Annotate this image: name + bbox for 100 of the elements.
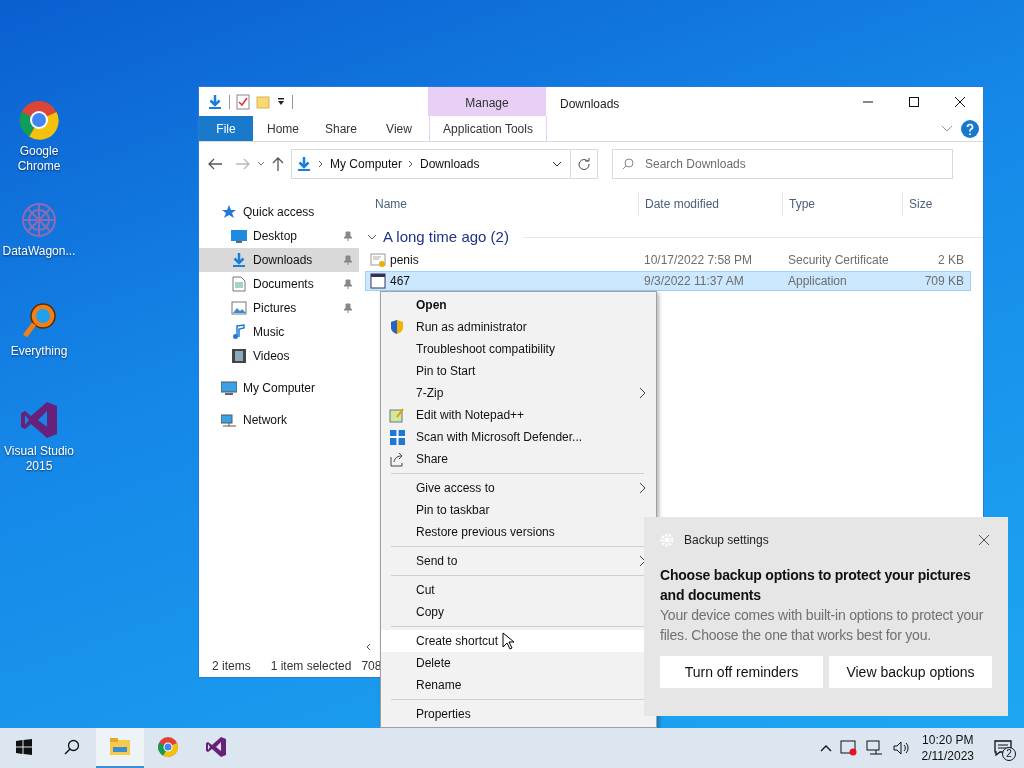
maximize-icon [908, 96, 920, 107]
file-name: penis [390, 252, 419, 269]
toast-button[interactable]: View backup options [829, 656, 992, 688]
search-icon [622, 158, 634, 170]
browser-icon [19, 100, 59, 140]
nav-item[interactable]: Pictures [199, 296, 359, 320]
windows-logo-icon [16, 739, 32, 755]
desktop-icon-label[interactable]: DataWagon... [0, 244, 78, 259]
star-icon [221, 204, 237, 220]
menu-item[interactable]: Scan with Microsoft Defender... [381, 426, 656, 448]
menu-item[interactable]: Share [381, 448, 656, 470]
folder-icon [109, 736, 131, 758]
scroll-left-icon[interactable] [365, 642, 371, 651]
nav-item[interactable]: My Computer [199, 376, 359, 400]
file-date: 10/17/2022 7:58 PM [643, 252, 754, 269]
message-icon [994, 740, 1012, 756]
nav-item[interactable]: Quick access [199, 200, 359, 224]
nav-item[interactable]: Documents [199, 272, 359, 296]
pin-icon [343, 231, 353, 241]
nav-item[interactable]: Desktop [199, 224, 359, 248]
network-icon [221, 412, 237, 428]
chevron-right-icon [639, 482, 646, 494]
ribbon-tab[interactable]: Home [255, 116, 311, 141]
certificate-icon [370, 252, 386, 268]
dropdown-icon[interactable] [276, 96, 286, 107]
properties-icon[interactable] [236, 93, 250, 110]
security-alert-icon[interactable] [839, 740, 858, 756]
nav-item[interactable]: Videos [199, 344, 359, 368]
document-icon [231, 276, 247, 292]
file-row[interactable]: penis 10/17/2022 7:58 PM Security Certificate 2 KB [365, 250, 971, 270]
address-bar[interactable]: My Computer Downloads [291, 149, 571, 179]
download-arrow-icon[interactable] [207, 93, 223, 110]
pin-icon [343, 279, 353, 289]
ribbon-tab[interactable]: File [199, 116, 253, 141]
file-row[interactable]: 467 9/3/2022 11:37 AM Application 709 KB [365, 271, 971, 291]
column-header[interactable]: Type [782, 192, 902, 216]
browser-icon [157, 736, 179, 758]
back-icon[interactable] [207, 157, 223, 171]
ribbon-tab[interactable]: Application Tools [429, 116, 547, 141]
menu-item[interactable]: Pin to Start [381, 360, 656, 382]
toast-body: Your device comes with built-in options to protect your files. Choose the one that works best for you. [660, 606, 985, 645]
application-icon [370, 273, 386, 289]
menu-item[interactable]: Troubleshoot compatibility [381, 338, 656, 360]
menu-item[interactable]: 7-Zip [381, 382, 656, 404]
close-icon [954, 96, 966, 107]
refresh-button[interactable] [570, 149, 598, 179]
computer-icon [221, 380, 237, 396]
collapse-icon[interactable] [367, 234, 377, 240]
expand-ribbon-icon[interactable] [941, 124, 953, 133]
column-header[interactable]: Date modified [638, 192, 782, 216]
status-text: 1 item selected [270, 658, 352, 675]
action-center-button[interactable]: 2 [986, 728, 1020, 768]
dropdown-icon [552, 161, 562, 167]
nav-item[interactable]: Downloads [199, 248, 359, 272]
toast-button[interactable]: Turn off reminders [660, 656, 823, 688]
chevron-right-icon [639, 387, 646, 399]
recent-dropdown-icon[interactable] [257, 161, 265, 167]
ribbon-tab[interactable]: Share [313, 116, 369, 141]
search-field[interactable]: Search Downloads [612, 149, 953, 179]
menu-item[interactable]: Edit with Notepad++ [381, 404, 656, 426]
notepad-icon [389, 406, 406, 424]
chevron-icon [408, 160, 415, 168]
network-icon[interactable] [865, 740, 884, 756]
search-icon [64, 739, 80, 755]
share-icon [389, 450, 406, 468]
clock[interactable]: 10:20 PM 2/11/2023 [917, 732, 978, 764]
desktop-icon-label[interactable]: Google Chrome [0, 144, 78, 174]
file-name: 467 [390, 273, 411, 290]
file-size: 709 KB [923, 273, 964, 290]
menu-item[interactable]: Run as administrator [381, 316, 656, 338]
chevron-icon [318, 160, 324, 168]
menu-item[interactable]: Open [381, 294, 656, 316]
desktop-icon-label[interactable]: Everything [0, 344, 78, 359]
toast-app-name: Backup settings [684, 532, 770, 549]
group-header[interactable]: A long time ago (2) [383, 225, 509, 249]
refresh-icon [578, 158, 590, 170]
file-date: 9/3/2022 11:37 AM [643, 273, 745, 290]
breadcrumb[interactable]: My Computer [330, 155, 403, 173]
menu-item[interactable]: Pin to taskbar [381, 499, 656, 521]
window-title: Downloads [559, 96, 620, 113]
up-icon[interactable] [271, 156, 285, 172]
breadcrumb[interactable]: Downloads [420, 155, 480, 173]
monitor-icon [231, 228, 247, 244]
close-button[interactable] [976, 532, 992, 548]
column-header[interactable]: Name [359, 192, 638, 216]
download-arrow-icon [231, 252, 247, 268]
toast-heading: Choose backup options to protect your pictures and documents [660, 566, 972, 605]
nav-item[interactable]: Network [199, 408, 359, 432]
column-header[interactable]: Size [902, 192, 980, 216]
gear-icon [660, 533, 674, 547]
speaker-icon[interactable] [891, 740, 910, 756]
nav-item[interactable]: Music [199, 320, 359, 344]
ribbon-tab[interactable]: View [371, 116, 427, 141]
menu-item[interactable]: Give access to [381, 477, 656, 499]
cursor-icon [502, 632, 514, 650]
chevron-up-icon[interactable] [819, 744, 832, 752]
desktop-icon-label[interactable]: Visual Studio 2015 [0, 444, 78, 474]
pin-icon [343, 255, 353, 265]
status-text: 2 items [212, 658, 251, 675]
help-icon[interactable] [961, 119, 979, 138]
